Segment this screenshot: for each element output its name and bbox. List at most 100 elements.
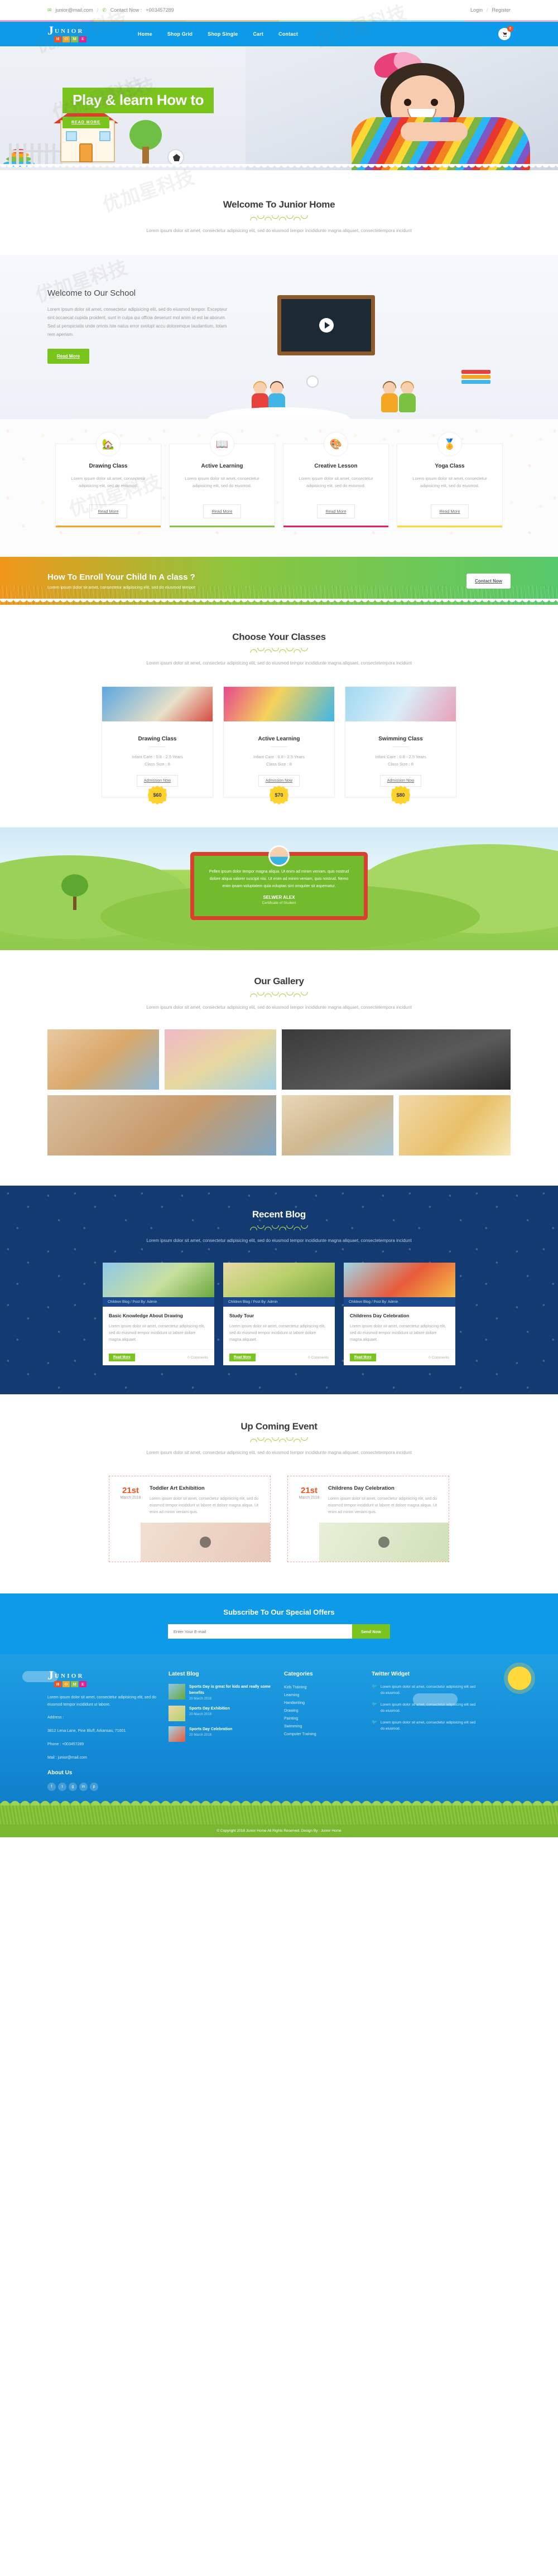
feature-text: Lorem ipsum dolor sit amet, consectetur … [412, 476, 487, 488]
subscribe-email-input[interactable] [167, 1624, 352, 1639]
footer-phone[interactable]: Phone : +003457289 [47, 1741, 156, 1749]
gallery-subtitle: Lorem ipsum dolor sit amet, consectetur … [146, 1005, 412, 1010]
blog-read-more-button[interactable]: Read More [229, 1354, 256, 1361]
footer-tweet[interactable]: 🐦 Lorem ipsum dolor sit amet, consectetu… [372, 1684, 480, 1696]
testimonial-chalkboard: Pellen ipsum dolor tempor magna aliqua. … [190, 845, 368, 920]
subscribe-send-button[interactable]: Send Now [352, 1624, 391, 1639]
footer-category-item[interactable]: Computer Training [284, 1731, 359, 1739]
footer-category-item[interactable]: Swimming [284, 1723, 359, 1731]
footer-category-item[interactable]: Painting [284, 1715, 359, 1723]
feature-card[interactable]: 🏡 Drawing Class Lorem ipsum dolor sit am… [55, 432, 161, 528]
blog-photo [103, 1263, 214, 1297]
wave-divider-events [250, 1437, 308, 1442]
chalkboard-video[interactable] [277, 295, 375, 355]
blog-card[interactable]: Children Blog / Post By: Admin Study Tou… [223, 1263, 335, 1365]
feature-read-more-button[interactable]: Read More [203, 504, 241, 518]
footer-logo[interactable]: J UNIOR H O M E [47, 1669, 156, 1687]
event-text: Lorem ipsum dolor sit amet, consectetur … [328, 1497, 437, 1514]
footer-category-item[interactable]: Drawing [284, 1707, 359, 1715]
play-button-icon[interactable] [319, 318, 334, 333]
feature-read-more-button[interactable]: Read More [89, 504, 127, 518]
footer-address: 3812 Lena Lane, Pine Bluff, Arkansas, 71… [47, 1729, 126, 1733]
gallery-item[interactable] [282, 1095, 393, 1155]
gallery-item[interactable] [47, 1029, 159, 1090]
gallery-item[interactable] [399, 1095, 511, 1155]
soccer-ball-icon-2 [306, 375, 319, 388]
cart-button[interactable]: 0 [498, 26, 513, 40]
class-card[interactable]: $80 Swimming Class Infant Care : 0.8 - 2… [345, 686, 456, 805]
event-photo[interactable] [141, 1523, 270, 1562]
footer-blog-item[interactable]: Sports Day is great for kids and really … [169, 1684, 272, 1701]
footer-blog-item[interactable]: Sports Day Celebration 20 March 2018 [169, 1726, 272, 1742]
open-book-icon: 📖 [210, 432, 234, 456]
site-logo[interactable]: J UNIOR H O M E [47, 24, 86, 42]
feature-read-more-button[interactable]: Read More [431, 504, 469, 518]
blog-read-more-button[interactable]: Read More [350, 1354, 376, 1361]
child-eye-left [404, 99, 411, 106]
gallery-item[interactable] [282, 1029, 511, 1090]
footer-tweet[interactable]: 🐦 Lorem ipsum dolor sit amet, consectetu… [372, 1720, 480, 1732]
footer-category-item[interactable]: Handwriting [284, 1699, 359, 1707]
blog-post-title[interactable]: Childrens Day Celebration [350, 1312, 449, 1320]
topbar-email[interactable]: junior@mail.com [56, 7, 93, 13]
blog-read-more-button[interactable]: Read More [109, 1354, 135, 1361]
blog-post-title[interactable]: Basic Knowledge About Drawing [109, 1312, 208, 1320]
blog-photo [223, 1263, 335, 1297]
admission-now-button[interactable]: Admission Now [258, 775, 300, 787]
gallery-grid [47, 1029, 511, 1155]
school-read-more-button[interactable]: Read More [47, 349, 89, 364]
login-link[interactable]: Login [470, 7, 483, 13]
play-button-icon[interactable] [200, 1537, 211, 1548]
class-photo [345, 687, 456, 721]
footer-category-item[interactable]: Learning [284, 1692, 359, 1699]
feature-title: Active Learning [201, 463, 243, 469]
school-illustration [248, 276, 511, 412]
hero-read-more-button[interactable]: READ MORE [62, 117, 109, 128]
feature-card[interactable]: 🏅 Yoga Class Lorem ipsum dolor sit amet,… [397, 432, 503, 528]
footer-twitter-heading: Twitter Widget [372, 1671, 410, 1677]
footer-tweet[interactable]: 🐦 Lorem ipsum dolor sit amet, consectetu… [372, 1702, 480, 1714]
nav-item-contact[interactable]: Contact [278, 31, 298, 37]
feature-read-more-button[interactable]: Read More [317, 504, 355, 518]
twitter-icon[interactable]: t [58, 1783, 66, 1791]
blog-post-title[interactable]: Study Tour [229, 1312, 329, 1320]
logo-blocks: H O M E [54, 36, 86, 42]
gallery-item[interactable] [165, 1029, 276, 1090]
class-card[interactable]: $60 Drawing Class Infant Care : 0.8 - 2.… [102, 686, 213, 805]
footer-latest-blog-heading: Latest Blog [169, 1671, 199, 1677]
nav-item-shop-grid[interactable]: Shop Grid [167, 31, 193, 37]
admission-now-button[interactable]: Admission Now [136, 775, 179, 787]
feature-card[interactable]: 🎨 Creative Lesson Lorem ipsum dolor sit … [283, 432, 389, 528]
blog-card[interactable]: Children Blog / Post By: Admin Childrens… [344, 1263, 455, 1365]
feature-card[interactable]: 📖 Active Learning Lorem ipsum dolor sit … [169, 432, 275, 528]
section-wave-divider [0, 402, 558, 419]
footer-category-item[interactable]: Kids Training [284, 1684, 359, 1692]
gallery-item[interactable] [47, 1095, 276, 1155]
footer-mail[interactable]: Mail : junior@mail.com [47, 1754, 156, 1762]
footer-blog-title[interactable]: Sports Day is great for kids and really … [189, 1684, 272, 1696]
admission-now-button[interactable]: Admission Now [379, 775, 422, 787]
footer-categories-list: Kids Training Learning Handwriting Drawi… [284, 1684, 359, 1739]
school-paragraph: Lorem ipsum dolor sit amet, consectetur … [47, 307, 228, 337]
footer-blog-item[interactable]: Sports Day Exhibition 20 March 2018 [169, 1706, 272, 1721]
contact-now-button[interactable]: Contact Now [466, 573, 511, 589]
blog-card[interactable]: Children Blog / Post By: Admin Basic Kno… [103, 1263, 214, 1365]
pinterest-icon[interactable]: p [90, 1783, 98, 1791]
play-button-icon[interactable] [378, 1537, 389, 1548]
nav-item-cart[interactable]: Cart [253, 31, 263, 37]
nav-item-shop-single[interactable]: Shop Single [208, 31, 238, 37]
register-link[interactable]: Register [492, 7, 511, 13]
class-card[interactable]: $70 Active Learning Infant Care : 0.8 - … [223, 686, 335, 805]
google-plus-icon[interactable]: g [69, 1783, 77, 1791]
footer-categories-column: Categories Kids Training Learning Handwr… [284, 1671, 359, 1791]
footer-blog-title[interactable]: Sports Day Celebration [189, 1726, 232, 1732]
event-card[interactable]: 21st March 2018 Childrens Day Celebratio… [287, 1476, 449, 1562]
linkedin-icon[interactable]: in [79, 1783, 88, 1791]
event-card[interactable]: 21st March 2018 Toddler Art Exhibition L… [109, 1476, 271, 1562]
nav-item-home[interactable]: Home [138, 31, 152, 37]
topbar-phone[interactable]: +003457289 [146, 7, 174, 13]
twitter-bird-icon: 🐦 [372, 1684, 377, 1689]
event-photo[interactable] [319, 1523, 449, 1562]
facebook-icon[interactable]: f [47, 1783, 56, 1791]
footer-blog-title[interactable]: Sports Day Exhibition [189, 1706, 230, 1712]
